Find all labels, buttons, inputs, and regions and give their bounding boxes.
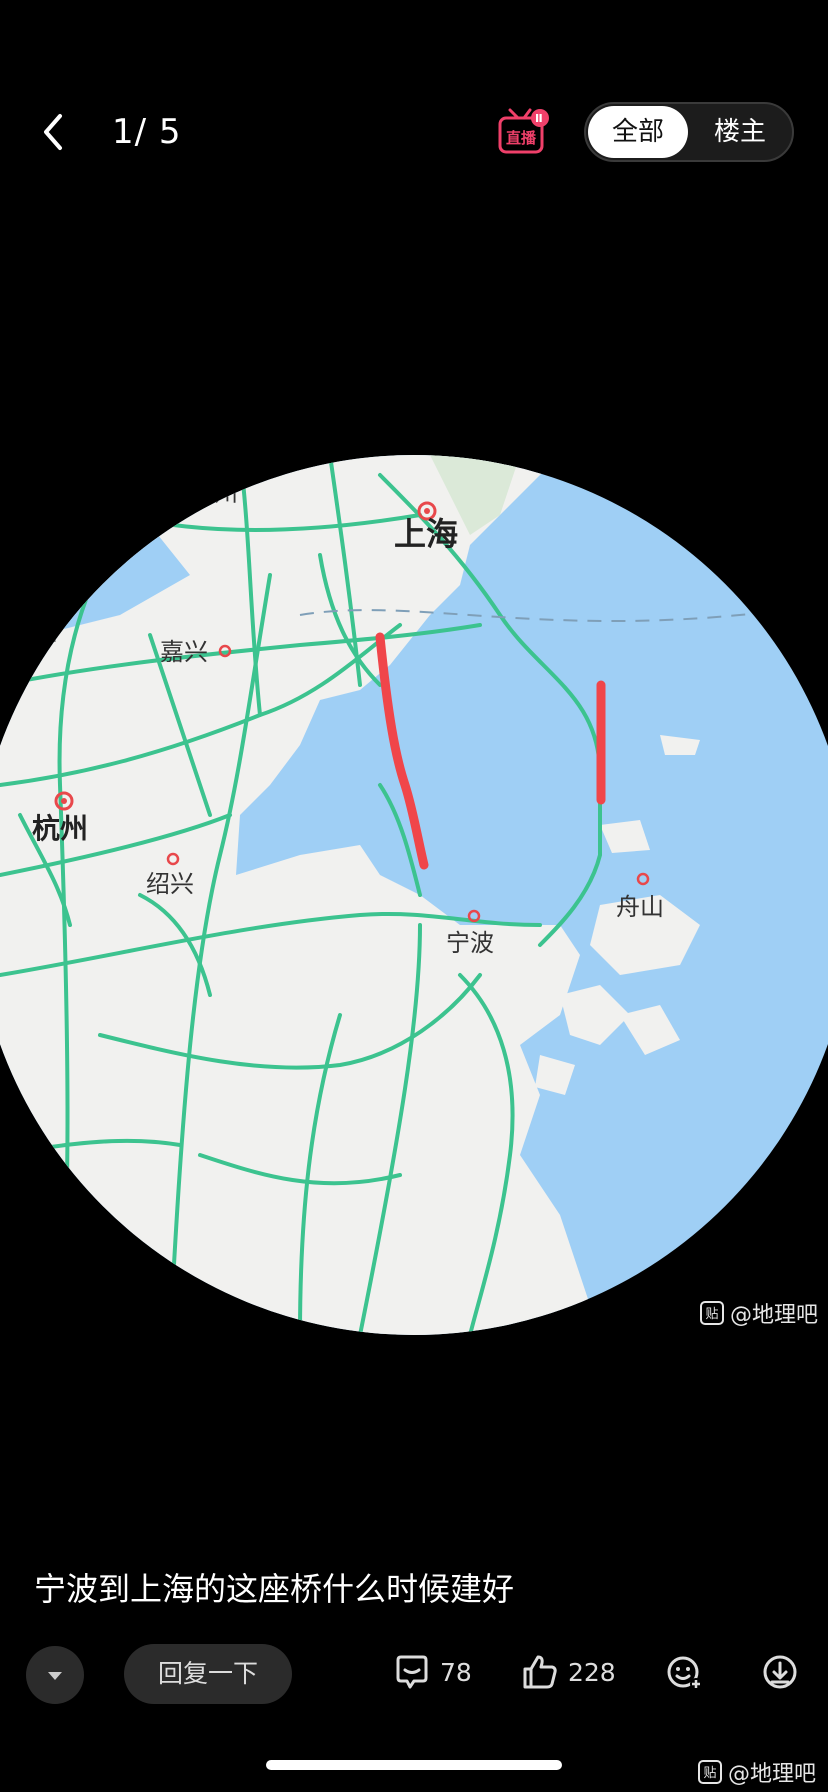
city-label-shaoxing: 绍兴 xyxy=(146,870,194,898)
comment-icon xyxy=(396,1655,428,1689)
bottom-action-bar: 回复一下 78 228 xyxy=(0,1640,828,1708)
back-button[interactable] xyxy=(34,110,74,154)
watermark-text: @地理吧 xyxy=(728,1762,817,1787)
tieba-icon: 贴 xyxy=(700,1301,724,1325)
city-label-jiaxing: 嘉兴 xyxy=(160,638,208,666)
like-button[interactable]: 228 xyxy=(520,1652,616,1692)
map-image[interactable]: 苏州 上海 嘉兴 杭州 绍兴 宁波 舟山 州 xyxy=(0,455,828,1335)
reply-button[interactable]: 回复一下 xyxy=(124,1644,292,1704)
watermark-text: @地理吧 xyxy=(730,1303,819,1328)
tieba-icon: 贴 xyxy=(698,1760,722,1784)
watermark-bottom: 贴 @地理吧 xyxy=(698,1756,816,1788)
thumbs-up-icon xyxy=(523,1655,557,1689)
city-label-zhoushan: 舟山 xyxy=(616,893,664,921)
caret-down-icon xyxy=(48,1672,62,1680)
filter-toggle: 全部 楼主 xyxy=(584,102,794,162)
emoji-react-button[interactable] xyxy=(664,1652,704,1692)
comment-count: 78 xyxy=(440,1657,472,1687)
live-label: 直播 xyxy=(506,129,537,147)
top-bar: 1/ 5 直播 全部 楼主 xyxy=(0,90,828,174)
live-button[interactable]: 直播 xyxy=(496,106,552,158)
city-label-partial: 州 xyxy=(34,618,58,646)
city-label-suzhou: 苏州 xyxy=(190,479,238,507)
like-count: 228 xyxy=(568,1657,616,1687)
city-label-ningbo: 宁波 xyxy=(446,929,494,957)
city-label-hangzhou: 杭州 xyxy=(32,812,88,845)
download-button[interactable] xyxy=(760,1652,800,1692)
home-indicator[interactable] xyxy=(266,1760,562,1770)
page-counter: 1/ 5 xyxy=(112,112,182,152)
tab-all[interactable]: 全部 xyxy=(588,106,688,158)
collapse-button[interactable] xyxy=(26,1646,84,1704)
download-icon xyxy=(763,1655,797,1689)
emoji-add-icon xyxy=(667,1656,702,1690)
comment-button[interactable]: 78 xyxy=(392,1652,472,1692)
tab-op[interactable]: 楼主 xyxy=(690,106,790,158)
live-tv-icon: 直播 xyxy=(498,108,549,154)
city-label-shanghai: 上海 xyxy=(394,515,458,553)
watermark-map: 贴 @地理吧 xyxy=(700,1297,818,1329)
map-svg: 苏州 上海 嘉兴 杭州 绍兴 宁波 舟山 州 xyxy=(0,455,828,1335)
post-caption: 宁波到上海的这座桥什么时候建好 xyxy=(34,1570,515,1608)
chevron-left-icon xyxy=(44,114,62,150)
